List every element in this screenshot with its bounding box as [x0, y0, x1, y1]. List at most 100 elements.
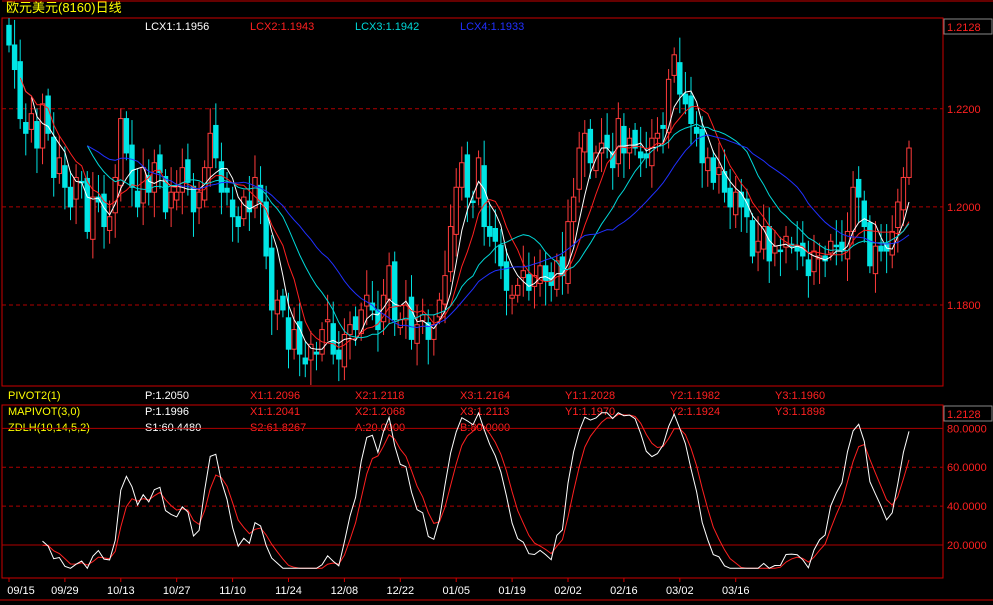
- candle-up: [324, 319, 331, 323]
- candle-up: [39, 103, 46, 149]
- x-axis-label: 12/08: [331, 585, 359, 597]
- candle-up: [118, 118, 124, 186]
- candle-down: [352, 316, 359, 331]
- candle-down: [805, 259, 812, 277]
- indicator-value: Y2:1.1982: [670, 390, 720, 402]
- candle-down: [604, 134, 610, 149]
- candle-down: [229, 199, 236, 218]
- price-tick-label: 1.1800: [947, 300, 981, 312]
- candle-up: [509, 294, 515, 299]
- candle-down: [302, 357, 308, 365]
- candle-up: [906, 147, 912, 178]
- candle-up: [705, 157, 711, 172]
- candle-down: [738, 191, 744, 208]
- indicator-value: X2:1.2068: [355, 406, 405, 418]
- candle-down: [777, 249, 784, 253]
- candle-up: [570, 196, 577, 223]
- candle-down: [710, 157, 717, 183]
- candle-down: [861, 200, 867, 228]
- candle-up: [174, 191, 180, 201]
- candle-down: [269, 247, 275, 311]
- candle-down: [23, 122, 29, 134]
- candle-up: [140, 167, 146, 204]
- indicator-value: Y1:1.2028: [565, 390, 615, 402]
- legend-lcx2: LCX2:1.1943: [250, 21, 314, 33]
- candle-up: [576, 147, 582, 190]
- candle-down: [503, 261, 510, 291]
- candle-down: [408, 296, 415, 340]
- x-axis-label: 09/15: [7, 585, 35, 597]
- candle-down: [464, 154, 471, 198]
- candle-up: [475, 157, 482, 199]
- lcx2-line: [19, 77, 910, 348]
- candle-down: [677, 62, 683, 95]
- candle-down: [867, 222, 873, 267]
- candle-up: [436, 299, 443, 318]
- candle-down: [526, 274, 532, 291]
- osc-tick-label: 20.0000: [947, 540, 987, 552]
- indicator-value: X3:1.2164: [460, 390, 510, 402]
- x-axis-label: 09/29: [51, 585, 79, 597]
- candle-down: [224, 187, 230, 193]
- candle-down: [682, 93, 689, 105]
- osc-tick-label: 60.0000: [947, 462, 987, 474]
- x-axis-label: 03/16: [722, 585, 750, 597]
- candle-up: [403, 304, 409, 321]
- osc-tick-label: 80.0000: [947, 423, 987, 435]
- candle-up: [241, 196, 247, 220]
- indicator-value: P:1.1996: [145, 406, 189, 418]
- candle-up: [447, 226, 454, 273]
- candle-down: [51, 136, 57, 178]
- candle-up: [665, 78, 672, 133]
- indicator-value: X2:1.2118: [355, 390, 404, 402]
- candle-down: [84, 177, 90, 232]
- candle-down: [11, 44, 18, 71]
- candle-up: [733, 191, 739, 216]
- candle-up: [347, 324, 353, 335]
- candle-up: [811, 250, 817, 273]
- candle-down: [67, 186, 74, 208]
- candle-down: [235, 216, 241, 228]
- candle-down: [699, 128, 705, 164]
- candle-down: [470, 200, 476, 204]
- x-axis-label: 10/27: [163, 585, 191, 597]
- osc-tick-label: 40.0000: [947, 501, 987, 513]
- candle-up: [252, 176, 258, 209]
- candle-down: [213, 124, 219, 159]
- x-axis-label: 10/13: [107, 585, 135, 597]
- indicator-value: Y1:1.1970: [565, 406, 615, 418]
- candle-down: [285, 317, 292, 350]
- sub-top-label: 1.2128: [947, 409, 981, 421]
- candle-down: [744, 198, 750, 218]
- candle-down: [498, 244, 504, 267]
- candle-up: [442, 275, 448, 305]
- indicator-name: PIVOT2(1): [8, 390, 61, 402]
- candle-down: [693, 126, 700, 134]
- x-axis-label: 01/19: [498, 585, 526, 597]
- candle-down: [855, 178, 862, 198]
- candle-up: [90, 196, 96, 240]
- candle-up: [582, 132, 588, 153]
- candle-up: [168, 191, 174, 209]
- candle-up: [772, 245, 778, 254]
- candle-up: [850, 186, 856, 232]
- candle-up: [459, 162, 465, 188]
- candle-up: [828, 240, 834, 254]
- candle-down: [688, 95, 694, 124]
- candle-down: [749, 220, 756, 257]
- legend-lcx3: LCX3:1.1942: [355, 21, 419, 33]
- indicator-value: Y3:1.1898: [775, 406, 825, 418]
- x-axis-label: 11/10: [219, 585, 246, 597]
- candle-up: [520, 270, 526, 279]
- candle-up: [358, 309, 364, 334]
- candle-down: [833, 244, 840, 248]
- candle-down: [190, 185, 197, 213]
- candle-up: [872, 245, 879, 275]
- candle-up: [291, 329, 297, 350]
- candle-down: [123, 118, 130, 154]
- candle-up: [671, 54, 677, 76]
- candle-up: [106, 216, 113, 231]
- candle-up: [274, 299, 281, 315]
- candle-down: [766, 226, 772, 262]
- candle-down: [34, 121, 40, 149]
